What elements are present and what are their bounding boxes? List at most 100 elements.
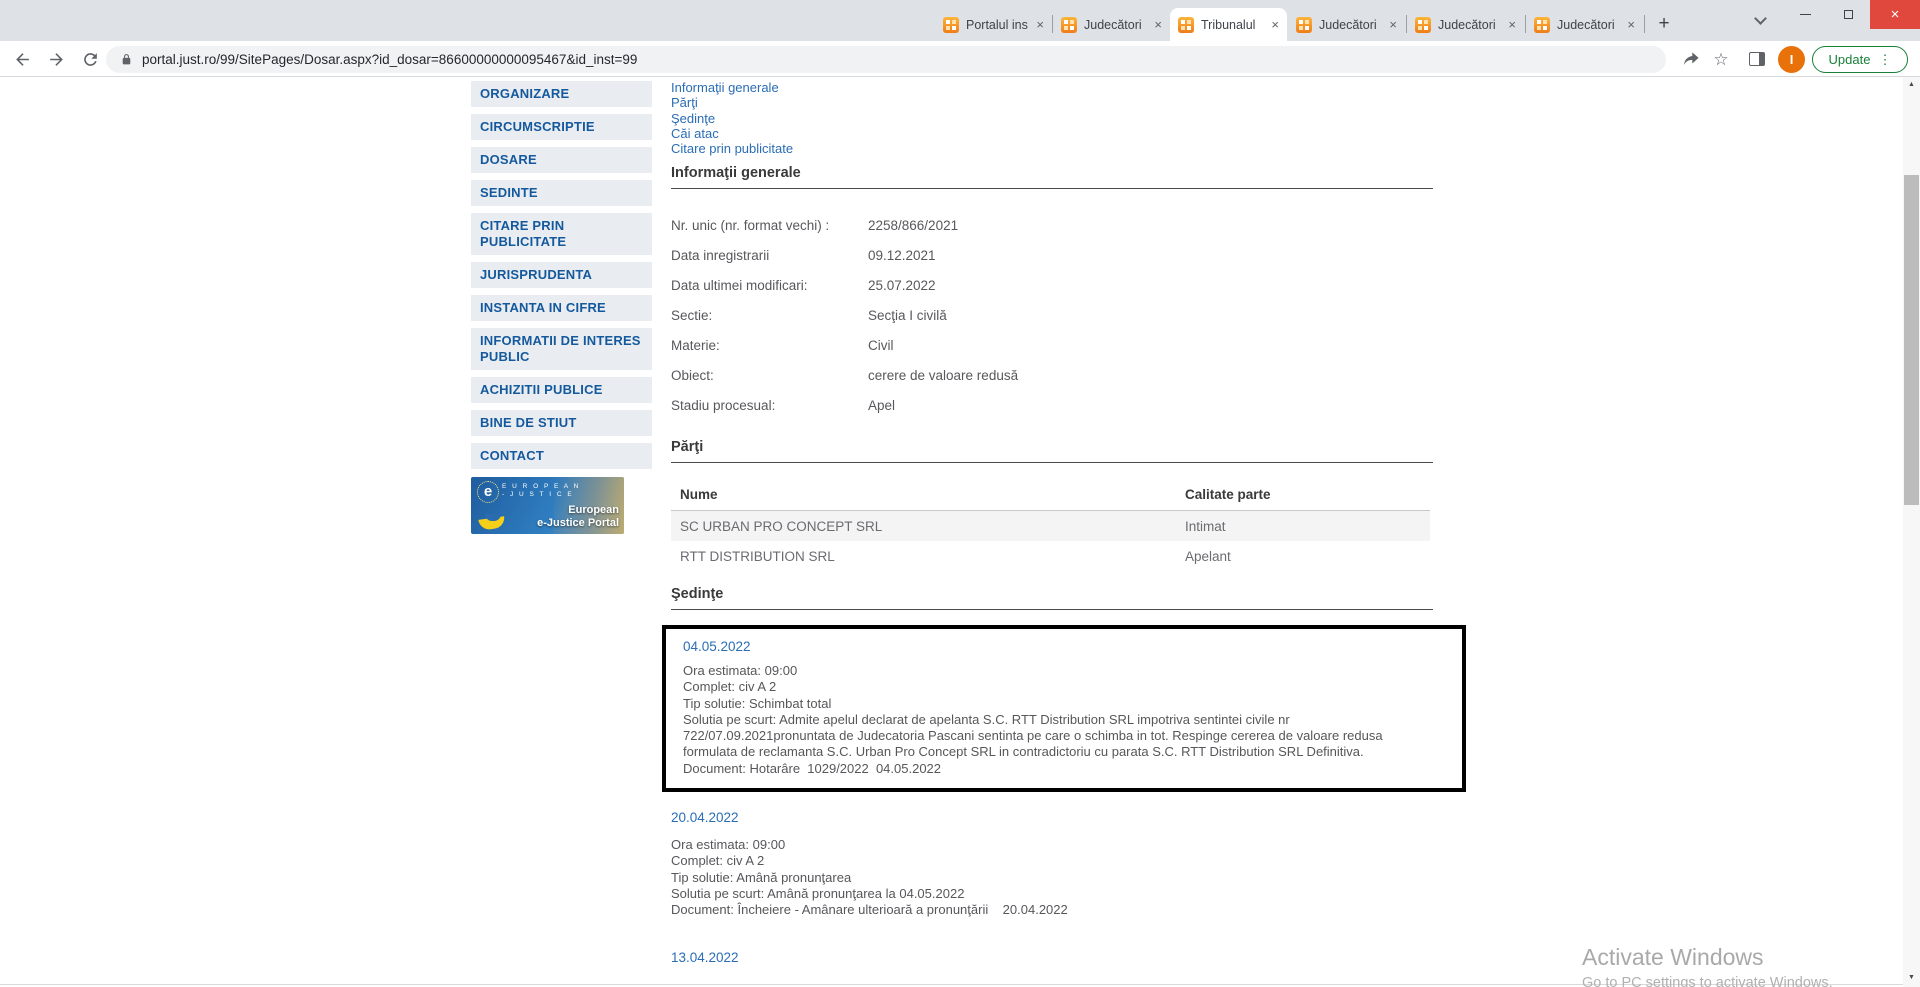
scroll-down-icon[interactable]: ▼ bbox=[1903, 974, 1920, 981]
tab-search-chevron-icon[interactable] bbox=[1754, 12, 1767, 25]
info-value: Secţia I civilă bbox=[868, 308, 947, 323]
link-parti[interactable]: Părţi bbox=[671, 95, 793, 110]
sidebar-item-dosare[interactable]: DOSARE bbox=[471, 147, 652, 173]
info-row: Obiect:cerere de valoare redusă bbox=[671, 360, 1371, 390]
info-label: Sectie: bbox=[671, 308, 868, 323]
tab-close-icon[interactable]: × bbox=[1389, 18, 1397, 31]
logo-brand-line2: - J U S T I C E bbox=[502, 491, 580, 499]
info-row: Nr. unic (nr. format vechi) :2258/866/20… bbox=[671, 210, 1371, 240]
parties-table: Nume Calitate parte SC URBAN PRO CONCEPT… bbox=[671, 479, 1430, 571]
tab-judecatoria-2[interactable]: Judecători × bbox=[1288, 8, 1405, 41]
maximize-button[interactable] bbox=[1827, 0, 1870, 29]
link-sedinte[interactable]: Şedinţe bbox=[671, 111, 793, 126]
forward-button[interactable] bbox=[44, 47, 68, 71]
hearing-line: Solutia pe scurt: Admite apelul declarat… bbox=[683, 712, 1442, 728]
table-row[interactable]: RTT DISTRIBUTION SRL Apelant bbox=[671, 541, 1430, 571]
european-e-justice-banner[interactable]: e E U R O P E A N - J U S T I C E Europe… bbox=[471, 477, 624, 534]
tab-close-icon[interactable]: × bbox=[1036, 18, 1044, 31]
reload-button[interactable] bbox=[78, 47, 102, 71]
info-row: Data inregistrarii09.12.2021 bbox=[671, 240, 1371, 270]
sidebar-item-circumscriptie[interactable]: CIRCUMSCRIPTIE bbox=[471, 114, 652, 140]
menu-kebab-icon[interactable]: ⋮ bbox=[1878, 52, 1891, 68]
site-favicon-icon bbox=[1061, 17, 1077, 33]
logo-title-line2: e-Justice Portal bbox=[537, 517, 619, 530]
info-value: Apel bbox=[868, 398, 895, 413]
sidebar-item-citare[interactable]: CITARE PRIN PUBLICITATE bbox=[471, 213, 652, 255]
hearing-line: Solutia pe scurt: Amână pronunţarea la 0… bbox=[671, 886, 1433, 902]
tab-portal[interactable]: Portalul ins × bbox=[935, 8, 1052, 41]
vertical-scrollbar[interactable]: ▲ ▼ bbox=[1903, 77, 1920, 987]
tab-judecatoria-1[interactable]: Judecători × bbox=[1053, 8, 1170, 41]
link-citare-publicitate[interactable]: Citare prin publicitate bbox=[671, 141, 793, 156]
info-label: Stadiu procesual: bbox=[671, 398, 868, 413]
watermark-subtitle: Go to PC settings to activate Windows. bbox=[1582, 975, 1833, 987]
update-label: Update bbox=[1829, 52, 1871, 67]
info-label: Data inregistrarii bbox=[671, 248, 868, 263]
update-browser-button[interactable]: Update ⋮ bbox=[1812, 46, 1908, 73]
tab-title: Portalul ins bbox=[966, 18, 1032, 32]
scroll-up-icon[interactable]: ▲ bbox=[1903, 81, 1920, 88]
sidebar-item-organizare[interactable]: ORGANIZARE bbox=[471, 81, 652, 107]
info-value: cerere de valoare redusă bbox=[868, 368, 1018, 383]
table-row[interactable]: SC URBAN PRO CONCEPT SRL Intimat bbox=[671, 511, 1430, 541]
sidebar-item-contact[interactable]: CONTACT bbox=[471, 443, 652, 469]
info-row: Stadiu procesual:Apel bbox=[671, 390, 1371, 420]
logo-brand-line1: E U R O P E A N bbox=[502, 483, 580, 491]
tab-judecatoria-3[interactable]: Judecători × bbox=[1407, 8, 1524, 41]
scrollbar-thumb[interactable] bbox=[1904, 175, 1919, 505]
site-favicon-icon bbox=[1178, 17, 1194, 33]
link-informatii-generale[interactable]: Informaţii generale bbox=[671, 80, 793, 95]
tab-tribunalul-active[interactable]: Tribunalul × bbox=[1170, 8, 1287, 41]
sidebar-item-bine-de-stiut[interactable]: BINE DE STIUT bbox=[471, 410, 652, 436]
tab-judecatoria-4[interactable]: Judecători × bbox=[1526, 8, 1643, 41]
forward-arrow-icon bbox=[47, 50, 66, 69]
hearing-line: Document: Hotarâre 1029/2022 04.05.2022 bbox=[683, 761, 1442, 777]
info-value: 09.12.2021 bbox=[868, 248, 936, 263]
link-cai-atac[interactable]: Căi atac bbox=[671, 126, 793, 141]
hearing-line: Ora estimata: 09:00 bbox=[671, 837, 1433, 853]
tab-close-icon[interactable]: × bbox=[1508, 18, 1516, 31]
back-button[interactable] bbox=[10, 47, 34, 71]
browser-toolbar: portal.just.ro/99/SitePages/Dosar.aspx?i… bbox=[0, 41, 1920, 77]
share-icon bbox=[1682, 50, 1701, 69]
hearing-line: Complet: civ A 2 bbox=[683, 679, 1442, 695]
new-tab-button[interactable]: + bbox=[1650, 10, 1678, 38]
reload-icon bbox=[81, 50, 100, 69]
tab-close-icon[interactable]: × bbox=[1271, 18, 1279, 31]
hearing-line: Ora estimata: 09:00 bbox=[683, 663, 1442, 679]
sidebar-item-instanta-in-cifre[interactable]: INSTANTA IN CIFRE bbox=[471, 295, 652, 321]
bookmark-button[interactable]: ☆ bbox=[1710, 48, 1732, 70]
info-label: Materie: bbox=[671, 338, 868, 353]
info-value: 25.07.2022 bbox=[868, 278, 936, 293]
sidebar-item-sedinte[interactable]: SEDINTE bbox=[471, 180, 652, 206]
info-label: Nr. unic (nr. format vechi) : bbox=[671, 218, 868, 233]
hearing-date-link[interactable]: 13.04.2022 bbox=[671, 950, 739, 965]
party-name: SC URBAN PRO CONCEPT SRL bbox=[671, 519, 1185, 534]
url-text[interactable]: portal.just.ro/99/SitePages/Dosar.aspx?i… bbox=[142, 52, 637, 67]
hearing-block: 13.04.2022 bbox=[671, 950, 739, 965]
parties-header-row: Nume Calitate parte bbox=[671, 479, 1430, 511]
tab-close-icon[interactable]: × bbox=[1627, 18, 1635, 31]
party-role: Apelant bbox=[1185, 549, 1231, 564]
tab-close-icon[interactable]: × bbox=[1154, 18, 1162, 31]
lock-icon[interactable] bbox=[120, 53, 133, 66]
minimize-button[interactable] bbox=[1784, 0, 1827, 29]
address-bar[interactable]: portal.just.ro/99/SitePages/Dosar.aspx?i… bbox=[106, 46, 1666, 73]
hearing-line: Document: Încheiere - Amânare ulterioară… bbox=[671, 902, 1433, 918]
sidebar-item-informatii-interes-public[interactable]: INFORMATII DE INTERES PUBLIC bbox=[471, 328, 652, 370]
tab-title: Judecători bbox=[1319, 18, 1385, 32]
hearing-date-link[interactable]: 20.04.2022 bbox=[671, 810, 1433, 825]
sidebar-item-jurisprudenta[interactable]: JURISPRUDENTA bbox=[471, 262, 652, 288]
tab-title: Judecători bbox=[1438, 18, 1504, 32]
close-window-button[interactable]: × bbox=[1870, 0, 1920, 29]
side-panel-button[interactable] bbox=[1746, 48, 1768, 70]
profile-avatar[interactable]: I bbox=[1778, 46, 1805, 73]
scales-icon bbox=[479, 516, 505, 528]
share-button[interactable] bbox=[1680, 48, 1702, 70]
browser-tab-strip: Portalul ins × Judecători × Tribunalul ×… bbox=[0, 0, 1920, 41]
sidebar-item-achizitii-publice[interactable]: ACHIZITII PUBLICE bbox=[471, 377, 652, 403]
logo-title-line1: European bbox=[537, 504, 619, 517]
hearing-date-link[interactable]: 04.05.2022 bbox=[683, 639, 1442, 654]
heading-parti: Părţi bbox=[671, 440, 1433, 463]
sidebar-menu: ORGANIZARE CIRCUMSCRIPTIE DOSARE SEDINTE… bbox=[471, 81, 652, 534]
